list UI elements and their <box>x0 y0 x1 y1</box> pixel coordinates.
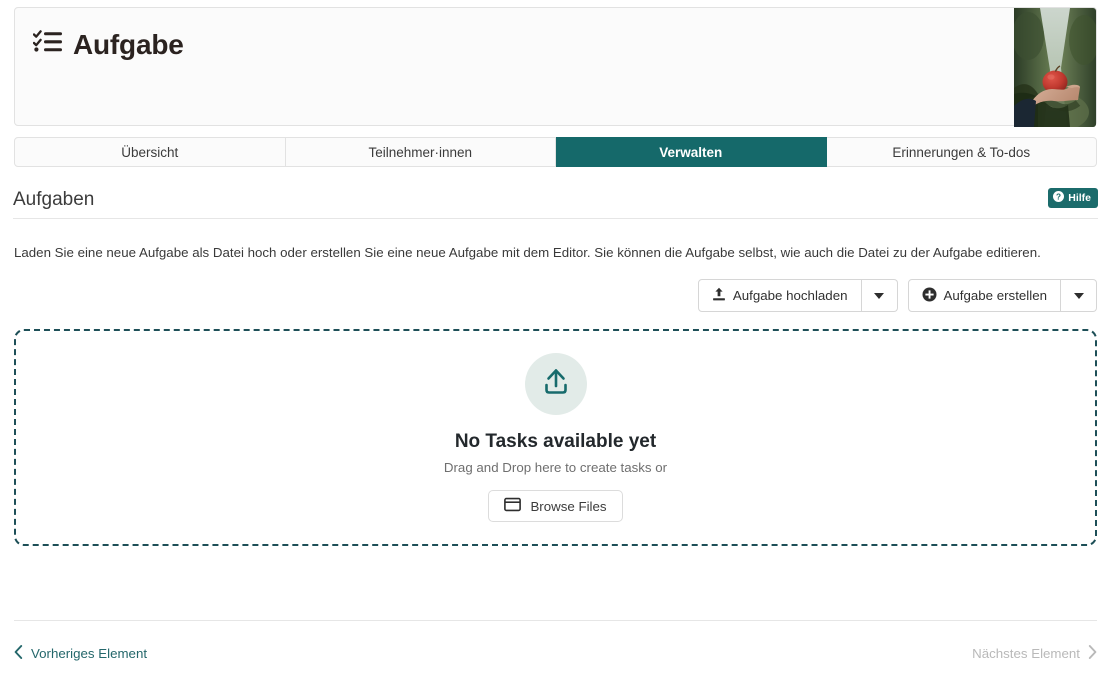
header-thumbnail <box>1014 8 1096 127</box>
task-dropzone[interactable]: No Tasks available yet Drag and Drop her… <box>14 329 1097 546</box>
previous-element-link[interactable]: Vorheriges Element <box>14 645 147 662</box>
previous-element-label: Vorheriges Element <box>31 646 148 661</box>
tab-bar: Übersicht Teilnehmer·innen Verwalten Eri… <box>14 137 1097 167</box>
window-icon <box>504 497 522 515</box>
page-title-text: Aufgabe <box>73 28 184 60</box>
footer-divider <box>14 620 1097 621</box>
help-button-label: Hilfe <box>1068 192 1091 204</box>
upload-icon <box>712 287 726 305</box>
dropzone-icon-circle <box>524 353 587 415</box>
upload-task-button-group: Aufgabe hochladen <box>697 279 898 312</box>
page-root: Aufgabe Übersicht Teilnehmer·innen Verwa… <box>0 0 1111 691</box>
tab-erinnerungen-to-dos[interactable]: Erinnerungen & To-dos <box>826 137 1097 167</box>
create-task-button-group: Aufgabe erstellen <box>907 279 1097 312</box>
create-task-button[interactable]: Aufgabe erstellen <box>907 279 1061 312</box>
chevron-down-icon <box>1073 292 1084 299</box>
upload-task-dropdown-toggle[interactable] <box>861 279 898 312</box>
plus-circle-icon <box>922 287 937 305</box>
chevron-down-icon <box>874 292 884 299</box>
chevron-right-icon <box>1088 645 1097 662</box>
create-task-label: Aufgabe erstellen <box>943 288 1048 303</box>
tab-teilnehmer-innen[interactable]: Teilnehmer·innen <box>285 137 556 167</box>
question-circle-icon: ? <box>1053 191 1065 205</box>
browse-files-label: Browse Files <box>530 498 607 514</box>
browse-files-button[interactable]: Browse Files <box>488 490 623 522</box>
footer-navigation: Vorheriges Element Nächstes Element <box>14 645 1097 662</box>
action-toolbar: Aufgabe hochladen Aufgabe erstellen <box>697 279 1097 312</box>
page-title: Aufgabe <box>32 28 184 61</box>
upload-task-button[interactable]: Aufgabe hochladen <box>697 279 862 312</box>
section-header: Aufgaben ? Hilfe <box>13 188 1098 219</box>
next-element-label: Nächstes Element <box>972 646 1080 661</box>
help-button[interactable]: ? Hilfe <box>1048 188 1098 208</box>
next-element-link[interactable]: Nächstes Element <box>972 645 1097 662</box>
section-title: Aufgaben <box>13 189 95 210</box>
header-card: Aufgabe <box>14 7 1097 127</box>
section-description: Laden Sie eine neue Aufgabe als Datei ho… <box>14 245 1041 260</box>
create-task-dropdown-toggle[interactable] <box>1061 279 1097 312</box>
upload-task-label: Aufgabe hochladen <box>732 288 848 303</box>
chevron-left-icon <box>14 645 23 662</box>
svg-text:?: ? <box>1056 192 1061 201</box>
dropzone-subtitle: Drag and Drop here to create tasks or <box>443 460 668 475</box>
upload-arrow-icon <box>541 367 571 402</box>
tab-uebersicht[interactable]: Übersicht <box>14 137 286 167</box>
tab-verwalten[interactable]: Verwalten <box>556 137 827 167</box>
dropzone-title: No Tasks available yet <box>454 431 657 452</box>
tasklist-icon <box>32 28 63 61</box>
